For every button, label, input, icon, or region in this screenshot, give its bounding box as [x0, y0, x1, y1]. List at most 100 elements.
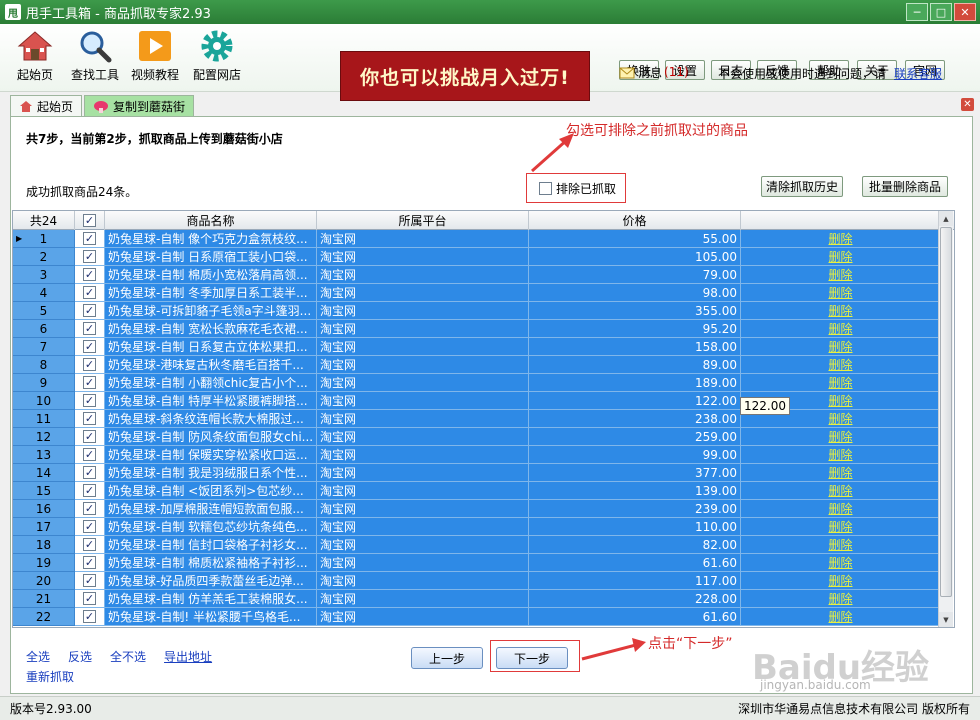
clear-history-button[interactable]: 清除抓取历史: [761, 176, 843, 197]
row-select[interactable]: [75, 608, 105, 626]
delete-link[interactable]: 删除: [741, 464, 941, 482]
scroll-up-icon[interactable]: ▲: [939, 211, 953, 226]
row-select[interactable]: [75, 590, 105, 608]
row-checkbox[interactable]: [83, 502, 96, 515]
delete-link[interactable]: 删除: [741, 590, 941, 608]
delete-link[interactable]: 删除: [741, 338, 941, 356]
row-select[interactable]: [75, 410, 105, 428]
row-select[interactable]: [75, 428, 105, 446]
row-select[interactable]: [75, 446, 105, 464]
scroll-thumb[interactable]: [940, 227, 952, 597]
row-checkbox[interactable]: [83, 484, 96, 497]
delete-link[interactable]: 删除: [741, 536, 941, 554]
delete-link[interactable]: 删除: [741, 302, 941, 320]
row-checkbox[interactable]: [83, 538, 96, 551]
delete-link[interactable]: 删除: [741, 554, 941, 572]
tool-home[interactable]: 起始页: [4, 28, 66, 83]
tool-video[interactable]: 视频教程: [124, 28, 186, 83]
maximize-button[interactable]: □: [930, 3, 952, 21]
delete-link[interactable]: 删除: [741, 356, 941, 374]
row-select[interactable]: [75, 338, 105, 356]
export-link[interactable]: 导出地址: [164, 648, 212, 665]
header-checkbox[interactable]: [83, 214, 96, 227]
tab-copy-mogujie[interactable]: 复制到蘑菇街: [84, 95, 195, 117]
next-step-button[interactable]: 下一步: [496, 647, 568, 669]
table-row[interactable]: 9 奶兔星球-自制 小翻领chic复古小个...淘宝网189.00删除: [13, 374, 954, 392]
row-select[interactable]: [75, 482, 105, 500]
row-checkbox[interactable]: [83, 322, 96, 335]
delete-link[interactable]: 删除: [741, 428, 941, 446]
row-select[interactable]: [75, 392, 105, 410]
scroll-down-icon[interactable]: ▼: [939, 612, 953, 627]
row-checkbox[interactable]: [83, 286, 96, 299]
table-row[interactable]: 8 奶兔星球-港味复古秋冬磨毛百搭千...淘宝网89.00删除: [13, 356, 954, 374]
select-all-link[interactable]: 全选: [26, 648, 50, 665]
delete-link[interactable]: 删除: [741, 572, 941, 590]
contact-support-link[interactable]: 联系客服: [894, 65, 942, 82]
row-checkbox[interactable]: [83, 610, 96, 623]
tool-config[interactable]: 配置网店: [186, 28, 248, 83]
table-row[interactable]: 21 奶兔星球-自制 仿羊羔毛工装棉服女...淘宝网228.00删除: [13, 590, 954, 608]
row-checkbox[interactable]: [83, 376, 96, 389]
delete-link[interactable]: 删除: [741, 320, 941, 338]
delete-link[interactable]: 删除: [741, 446, 941, 464]
row-select[interactable]: [75, 464, 105, 482]
row-checkbox[interactable]: [83, 250, 96, 263]
table-row[interactable]: 3 奶兔星球-自制 棉质小宽松落肩高领...淘宝网79.00删除: [13, 266, 954, 284]
tool-find[interactable]: 查找工具: [64, 28, 126, 83]
tab-home[interactable]: 起始页: [10, 95, 83, 117]
delete-link[interactable]: 删除: [741, 482, 941, 500]
message-indicator[interactable]: 消息 (11): [619, 63, 689, 81]
row-select[interactable]: [75, 356, 105, 374]
close-tab-icon[interactable]: ✕: [961, 98, 974, 111]
row-checkbox[interactable]: [83, 268, 96, 281]
row-select[interactable]: [75, 230, 105, 248]
row-checkbox[interactable]: [83, 412, 96, 425]
header-select-all[interactable]: [75, 211, 105, 230]
table-row[interactable]: 12 奶兔星球-自制 防风条纹面包服女chi...淘宝网259.00删除: [13, 428, 954, 446]
row-select[interactable]: [75, 554, 105, 572]
close-button[interactable]: ✕: [954, 3, 976, 21]
table-row[interactable]: 20 奶兔星球-好品质四季款蕾丝毛边弹...淘宝网117.00删除: [13, 572, 954, 590]
table-row[interactable]: 18 奶兔星球-自制 信封口袋格子衬衫女...淘宝网82.00删除: [13, 536, 954, 554]
table-row[interactable]: 2 奶兔星球-自制 日系原宿工装小口袋...淘宝网105.00删除: [13, 248, 954, 266]
row-select[interactable]: [75, 374, 105, 392]
delete-link[interactable]: 删除: [741, 284, 941, 302]
table-row[interactable]: 10奶兔星球-自制 特厚半松紧腰裤脚搭...淘宝网122.00删除: [13, 392, 954, 410]
batch-delete-button[interactable]: 批量删除商品: [862, 176, 948, 197]
row-checkbox[interactable]: [83, 394, 96, 407]
delete-link[interactable]: 删除: [741, 266, 941, 284]
table-row[interactable]: 17 奶兔星球-自制 软糯包芯纱坑条纯色...淘宝网110.00删除: [13, 518, 954, 536]
delete-link[interactable]: 删除: [741, 500, 941, 518]
prev-step-button[interactable]: 上一步: [411, 647, 483, 669]
row-select[interactable]: [75, 284, 105, 302]
row-select[interactable]: [75, 518, 105, 536]
row-checkbox[interactable]: [83, 466, 96, 479]
table-row[interactable]: 22 奶兔星球-自制! 半松紧腰千鸟格毛...淘宝网61.60删除: [13, 608, 954, 626]
exclude-checkbox[interactable]: [539, 181, 552, 195]
select-none-link[interactable]: 全不选: [110, 648, 146, 665]
table-row[interactable]: 7 奶兔星球-自制 日系复古立体松果扣...淘宝网158.00删除: [13, 338, 954, 356]
row-select[interactable]: [75, 248, 105, 266]
row-select[interactable]: [75, 302, 105, 320]
row-checkbox[interactable]: [83, 574, 96, 587]
exclude-fetched-checkbox[interactable]: 排除已抓取: [526, 173, 626, 203]
table-row[interactable]: 11奶兔星球-斜条纹连帽长款大棉服过...淘宝网238.00删除: [13, 410, 954, 428]
delete-link[interactable]: 删除: [741, 608, 941, 626]
invert-selection-link[interactable]: 反选: [68, 648, 92, 665]
table-row[interactable]: 15 奶兔星球-自制 <饭团系列>包芯纱...淘宝网139.00删除: [13, 482, 954, 500]
delete-link[interactable]: 删除: [741, 248, 941, 266]
row-select[interactable]: [75, 500, 105, 518]
row-checkbox[interactable]: [83, 430, 96, 443]
row-checkbox[interactable]: [83, 232, 96, 245]
table-row[interactable]: 4 奶兔星球-自制 冬季加厚日系工装半...淘宝网98.00删除: [13, 284, 954, 302]
row-checkbox[interactable]: [83, 592, 96, 605]
delete-link[interactable]: 删除: [741, 230, 941, 248]
row-checkbox[interactable]: [83, 520, 96, 533]
row-checkbox[interactable]: [83, 556, 96, 569]
row-checkbox[interactable]: [83, 358, 96, 371]
row-select[interactable]: [75, 320, 105, 338]
row-select[interactable]: [75, 536, 105, 554]
table-row[interactable]: 19 奶兔星球-自制 棉质松紧袖格子衬衫...淘宝网61.60删除: [13, 554, 954, 572]
delete-link[interactable]: 删除: [741, 518, 941, 536]
